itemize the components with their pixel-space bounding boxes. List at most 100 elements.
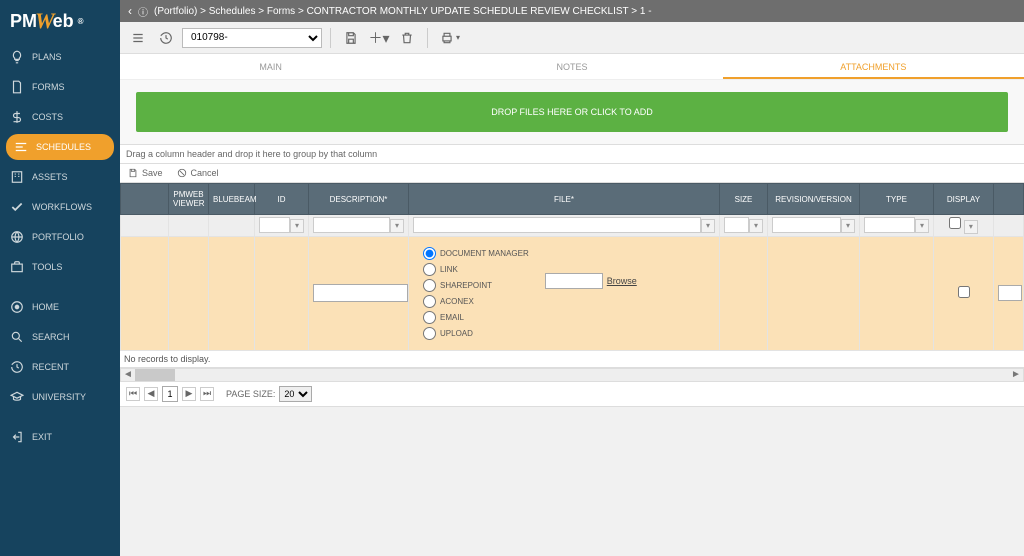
sidebar-item-workflows[interactable]: WORKFLOWS	[0, 192, 120, 222]
info-icon[interactable]: ⓘ	[138, 4, 148, 19]
col-type[interactable]: TYPE	[860, 184, 934, 215]
schedule-icon	[14, 140, 28, 154]
sort-icon[interactable]: ▾	[701, 219, 715, 233]
browse-group: Browse	[545, 273, 637, 289]
sidebar-item-exit[interactable]: EXIT	[0, 422, 120, 452]
nav-label: SEARCH	[32, 332, 70, 342]
filter-display-check[interactable]	[949, 217, 961, 229]
sort-icon[interactable]: ▾	[964, 220, 978, 234]
pager-last-icon[interactable]: ⏭	[200, 387, 214, 401]
col-size[interactable]: SIZE	[720, 184, 768, 215]
empty-area	[120, 407, 1024, 556]
opt-sharepoint[interactable]: SHAREPOINT	[423, 279, 529, 292]
opt-upload[interactable]: UPLOAD	[423, 327, 529, 340]
briefcase-icon	[10, 260, 24, 274]
col-pmweb-viewer[interactable]: PMWEB VIEWER	[169, 184, 209, 215]
breadcrumb-bar: ‹ ⓘ (Portfolio) > Schedules > Forms > CO…	[120, 0, 1024, 22]
filter-row: ▾ ▾ ▾ ▾ ▾ ▾ ▾	[121, 215, 1024, 237]
opt-link[interactable]: LINK	[423, 263, 529, 276]
sidebar-item-portfolio[interactable]: PORTFOLIO	[0, 222, 120, 252]
nav-label: WORKFLOWS	[32, 202, 92, 212]
display-checkbox[interactable]	[958, 286, 970, 298]
group-by-bar[interactable]: Drag a column header and drop it here to…	[120, 144, 1024, 164]
grid-cancel-button[interactable]: Cancel	[177, 168, 219, 178]
col-file[interactable]: FILE*	[409, 184, 720, 215]
col-bluebeam[interactable]: BLUEBEAM	[209, 184, 255, 215]
file-dropzone[interactable]: DROP FILES HERE OR CLICK TO ADD	[136, 92, 1008, 132]
opt-aconex[interactable]: ACONEX	[423, 295, 529, 308]
nav-label: ASSETS	[32, 172, 68, 182]
tab-notes[interactable]: NOTES	[421, 54, 722, 79]
brand-logo: PMWeb®	[0, 0, 120, 42]
nav-label: HOME	[32, 302, 59, 312]
nav-label: COSTS	[32, 112, 63, 122]
sidebar-item-home[interactable]: HOME	[0, 292, 120, 322]
nav-label: UNIVERSITY	[32, 392, 86, 402]
building-icon	[10, 170, 24, 184]
insert-row: DOCUMENT MANAGER LINK SHAREPOINT ACONEX …	[121, 236, 1024, 350]
sidebar-item-tools[interactable]: TOOLS	[0, 252, 120, 282]
page-size-select[interactable]: 20	[279, 386, 312, 402]
list-view-icon[interactable]	[126, 26, 150, 50]
horizontal-scrollbar[interactable]: ◄ ►	[120, 368, 1024, 382]
pager-prev-icon[interactable]: ◀	[144, 387, 158, 401]
sidebar-item-university[interactable]: UNIVERSITY	[0, 382, 120, 412]
opt-document-manager[interactable]: DOCUMENT MANAGER	[423, 247, 529, 260]
filter-file[interactable]	[413, 217, 701, 233]
filter-size[interactable]	[724, 217, 749, 233]
attachments-grid: PMWEB VIEWER BLUEBEAM ID DESCRIPTION* FI…	[120, 183, 1024, 351]
description-input[interactable]	[313, 284, 408, 302]
scroll-right-icon[interactable]: ►	[1009, 369, 1023, 381]
delete-icon[interactable]	[395, 26, 419, 50]
col-blank[interactable]	[121, 184, 169, 215]
sort-icon[interactable]: ▾	[749, 219, 763, 233]
grid-save-button[interactable]: Save	[128, 168, 163, 178]
sort-icon[interactable]: ▾	[915, 219, 929, 233]
graduation-icon	[10, 390, 24, 404]
check-icon	[10, 200, 24, 214]
save-icon[interactable]	[339, 26, 363, 50]
sidebar-item-assets[interactable]: ASSETS	[0, 162, 120, 192]
add-icon[interactable]: ＋▾	[367, 26, 391, 50]
sidebar-item-forms[interactable]: FORMS	[0, 72, 120, 102]
tab-attachments[interactable]: ATTACHMENTS	[723, 54, 1024, 79]
col-description[interactable]: DESCRIPTION*	[309, 184, 409, 215]
filter-revision[interactable]	[772, 217, 841, 233]
pager-next-icon[interactable]: ▶	[182, 387, 196, 401]
opt-email[interactable]: EMAIL	[423, 311, 529, 324]
sidebar-item-plans[interactable]: PLANS	[0, 42, 120, 72]
sidebar-item-search[interactable]: SEARCH	[0, 322, 120, 352]
col-trailing[interactable]	[994, 184, 1024, 215]
filter-id[interactable]	[259, 217, 290, 233]
scroll-thumb[interactable]	[135, 369, 175, 381]
col-display[interactable]: DISPLAY	[934, 184, 994, 215]
no-records-label: No records to display.	[120, 351, 1024, 368]
sort-icon[interactable]: ▾	[290, 219, 304, 233]
sidebar: PMWeb® PLANS FORMS COSTS SCHEDULES ASSET…	[0, 0, 120, 556]
pager-first-icon[interactable]: ⏮	[126, 387, 140, 401]
col-revision[interactable]: REVISION/VERSION	[768, 184, 860, 215]
tab-main[interactable]: MAIN	[120, 54, 421, 79]
sort-icon[interactable]: ▾	[390, 219, 404, 233]
pager-page-input[interactable]	[162, 386, 178, 402]
app-root: PMWeb® PLANS FORMS COSTS SCHEDULES ASSET…	[0, 0, 1024, 556]
main-panel: ‹ ⓘ (Portfolio) > Schedules > Forms > CO…	[120, 0, 1024, 556]
grid-header: PMWEB VIEWER BLUEBEAM ID DESCRIPTION* FI…	[121, 184, 1024, 215]
nav-label: TOOLS	[32, 262, 62, 272]
file-path-input[interactable]	[545, 273, 603, 289]
sidebar-item-costs[interactable]: COSTS	[0, 102, 120, 132]
col-id[interactable]: ID	[255, 184, 309, 215]
record-select[interactable]: 010798-	[182, 28, 322, 48]
browse-link[interactable]: Browse	[607, 276, 637, 286]
trailing-input[interactable]	[998, 285, 1022, 301]
history-icon[interactable]	[154, 26, 178, 50]
back-chevron-icon[interactable]: ‹	[128, 4, 132, 18]
sidebar-item-recent[interactable]: RECENT	[0, 352, 120, 382]
sidebar-item-schedules[interactable]: SCHEDULES	[6, 134, 114, 160]
filter-type[interactable]	[864, 217, 915, 233]
content-area: MAIN NOTES ATTACHMENTS DROP FILES HERE O…	[120, 54, 1024, 556]
sort-icon[interactable]: ▾	[841, 219, 855, 233]
scroll-left-icon[interactable]: ◄	[121, 369, 135, 381]
print-icon[interactable]: ▾	[436, 26, 464, 50]
filter-description[interactable]	[313, 217, 390, 233]
